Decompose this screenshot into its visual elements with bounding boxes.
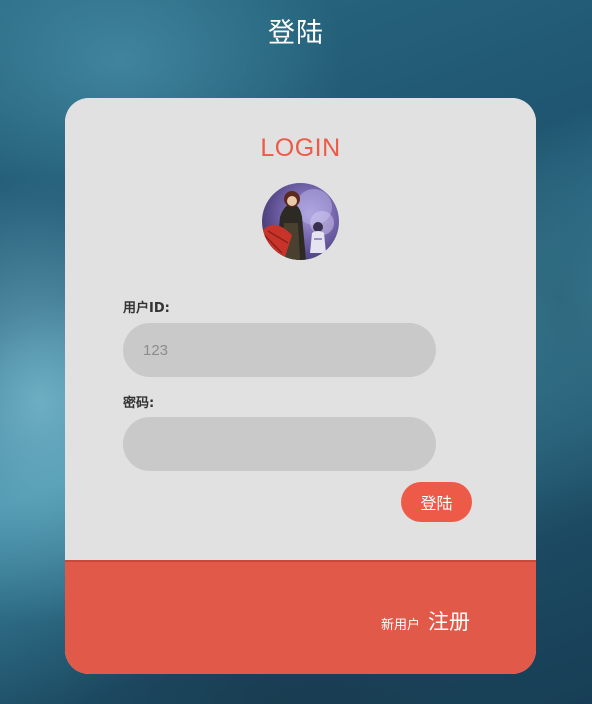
login-card: LOGIN 用户ID: 密码:: [65, 98, 536, 674]
user-id-label: 用户ID:: [123, 301, 170, 316]
login-button[interactable]: 登陆: [401, 482, 472, 522]
user-avatar-illustration: [262, 189, 334, 260]
avatar: [262, 183, 339, 260]
page-title: 登陆: [268, 18, 324, 49]
login-heading: LOGIN: [260, 134, 341, 162]
new-user-text: 新用户: [380, 618, 420, 633]
register-row: 新用户 注册: [381, 606, 470, 636]
register-footer: 新用户 注册: [65, 560, 536, 674]
register-link[interactable]: 注册: [428, 606, 470, 636]
login-form-area: LOGIN 用户ID: 密码:: [65, 98, 536, 560]
user-id-input[interactable]: [123, 323, 436, 377]
password-input[interactable]: [123, 417, 436, 471]
password-label: 密码:: [123, 396, 155, 411]
